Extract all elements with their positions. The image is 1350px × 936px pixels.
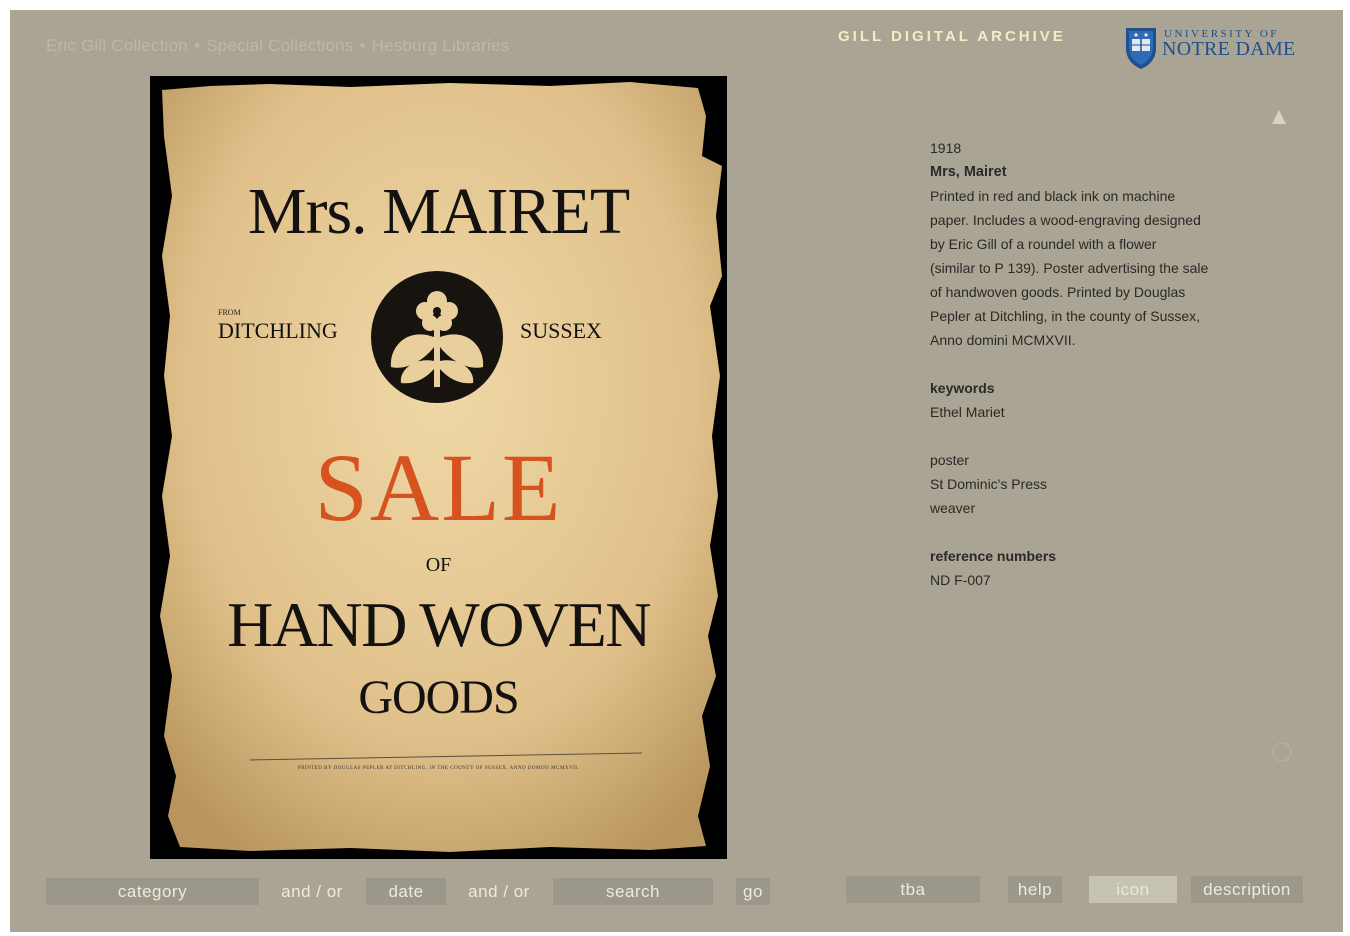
- item-details: 1918 Mrs, Mairet Printed in red and blac…: [930, 136, 1230, 592]
- item-description-line: (similar to P 139). Poster advertising t…: [930, 260, 1209, 276]
- keyword-item: Ethel Mariet: [930, 404, 1005, 420]
- and-or-toggle-1[interactable]: and / or: [272, 878, 352, 905]
- keywords-label: keywords: [930, 380, 995, 396]
- tag-item: weaver: [930, 500, 976, 516]
- date-button[interactable]: date: [366, 878, 446, 905]
- site-brand[interactable]: GILL DIGITAL ARCHIVE: [838, 28, 1066, 45]
- poster-goods: GOODS: [358, 671, 519, 724]
- up-arrow-icon[interactable]: [1272, 110, 1286, 124]
- reference-item: ND F-007: [930, 572, 991, 588]
- item-description-line: Anno domini MCMXVII.: [930, 332, 1076, 348]
- help-button[interactable]: help: [1008, 876, 1062, 903]
- poster-sussex: SUSSEX: [520, 318, 602, 343]
- poster-of: OF: [425, 554, 452, 576]
- breadcrumb-collection[interactable]: Eric Gill Collection: [46, 36, 188, 55]
- item-description-line: Printed in red and black ink on machine: [930, 188, 1176, 204]
- description-view-button[interactable]: description: [1191, 876, 1303, 903]
- poster-ditchling: DITCHLING: [218, 318, 338, 343]
- item-year: 1918: [930, 140, 962, 156]
- item-description-line: of handwoven goods. Printed by Douglas: [930, 284, 1186, 300]
- breadcrumb-separator: •: [193, 36, 201, 55]
- reference-label: reference numbers: [930, 548, 1057, 564]
- go-button[interactable]: go: [736, 878, 770, 905]
- breadcrumb-special[interactable]: Special Collections: [206, 36, 353, 55]
- item-description-line: Pepler at Ditchling, in the county of Su…: [930, 308, 1201, 324]
- search-button[interactable]: search: [553, 878, 713, 905]
- logo-notre-dame: NOTRE DAME: [1162, 38, 1296, 60]
- tba-button[interactable]: tba: [846, 876, 980, 903]
- poster-sale: SALE: [314, 434, 563, 541]
- page-frame: Eric Gill Collection • Special Collections…: [10, 10, 1343, 932]
- and-or-toggle-2[interactable]: and / or: [459, 878, 539, 905]
- shield-icon: [1126, 28, 1156, 69]
- notre-dame-logo[interactable]: UNIVERSITY OF NOTRE DAME: [1124, 26, 1304, 72]
- breadcrumb: Eric Gill Collection • Special Collections…: [46, 36, 509, 56]
- item-description-line: paper. Includes a wood-engraving designe…: [930, 212, 1201, 228]
- poster-hand-woven: HAND WOVEN: [227, 589, 651, 660]
- breadcrumb-libraries[interactable]: Hesburg Libraries: [372, 36, 510, 55]
- item-description-line: by Eric Gill of a roundel with a flower: [930, 236, 1157, 252]
- category-button[interactable]: category: [46, 878, 259, 905]
- item-title: Mrs, Mairet: [930, 164, 1007, 180]
- poster-from: FROM: [218, 308, 241, 317]
- tag-item: St Dominic's Press: [930, 476, 1048, 492]
- tag-item: poster: [930, 452, 969, 468]
- breadcrumb-separator: •: [359, 36, 366, 55]
- poster-image: Mrs. MAIRET FROM DITCHLING SUSSEX SALE O…: [150, 76, 727, 859]
- poster-printer-line: PRINTED BY DOUGLAS PEPLER AT DITCHLING, …: [297, 766, 580, 771]
- faint-circle-icon: [1272, 742, 1292, 762]
- icon-view-button[interactable]: icon: [1089, 876, 1177, 903]
- poster-title: Mrs. MAIRET: [247, 175, 630, 248]
